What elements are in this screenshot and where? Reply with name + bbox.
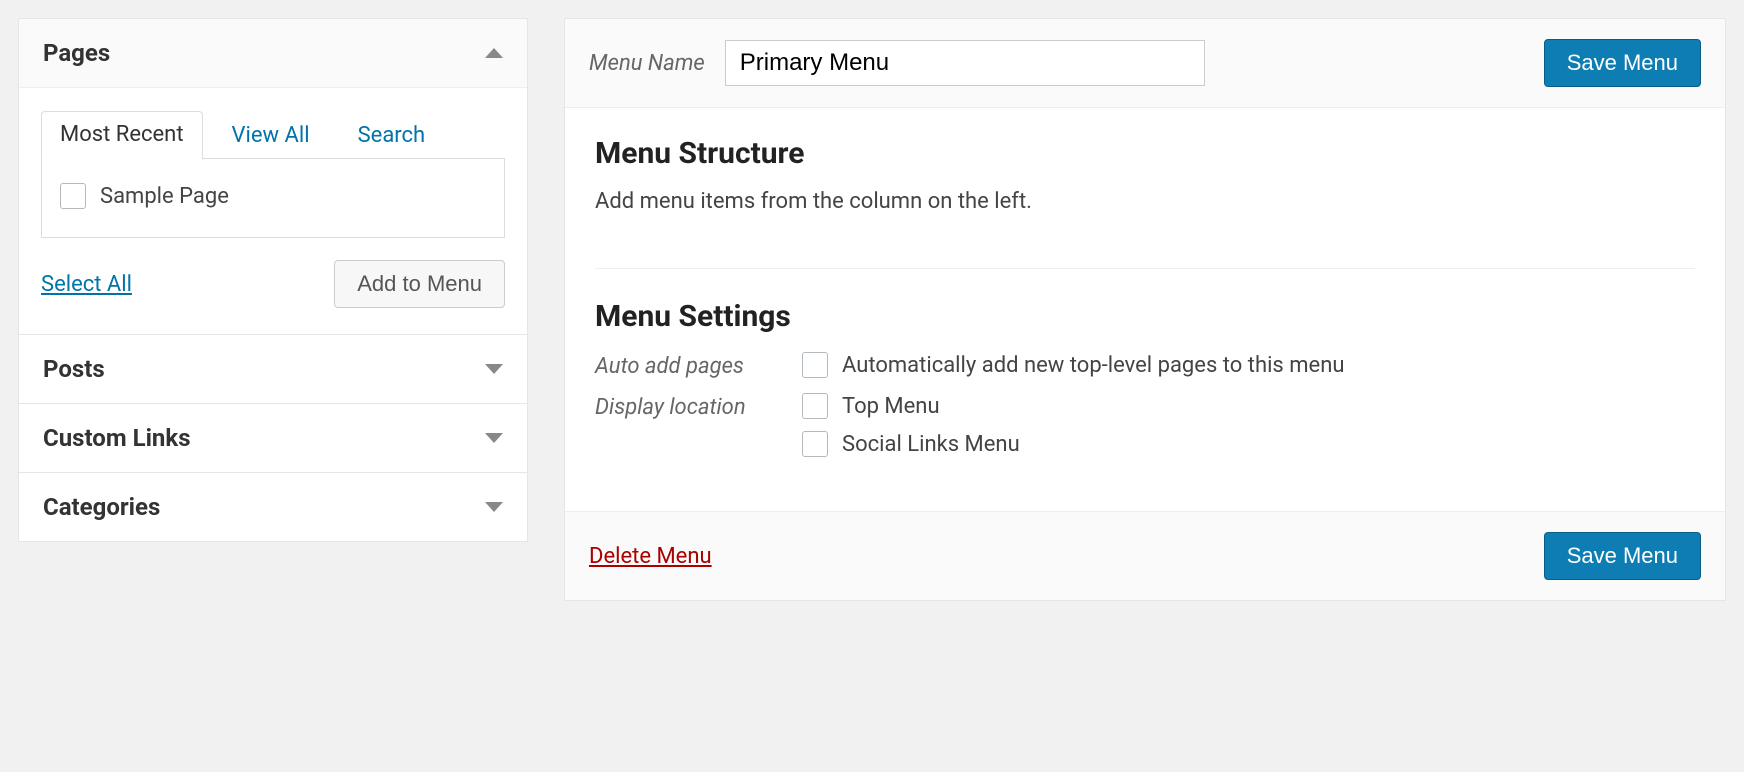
chevron-down-icon	[485, 502, 503, 512]
chevron-down-icon	[485, 433, 503, 443]
pages-tab-content: Sample Page	[41, 158, 505, 238]
chevron-up-icon	[485, 48, 503, 58]
accordion-custom-links-title: Custom Links	[43, 424, 191, 452]
tab-most-recent[interactable]: Most Recent	[41, 111, 203, 160]
auto-add-pages-label: Auto add pages	[595, 352, 780, 379]
menu-editor-panel: Menu Name Save Menu Menu Structure Add m…	[564, 18, 1726, 601]
menu-settings-heading: Menu Settings	[595, 299, 1695, 334]
auto-add-pages-row: Auto add pages Automatically add new top…	[595, 352, 1695, 379]
tab-search[interactable]: Search	[339, 112, 445, 160]
display-location-label: Display location	[595, 393, 780, 420]
accordion-pages: Pages Most Recent View All Search Sample…	[19, 19, 527, 335]
accordion-categories-title: Categories	[43, 493, 160, 521]
pages-panel-actions: Select All Add to Menu	[41, 260, 505, 308]
pages-tabstrip: Most Recent View All Search	[41, 110, 505, 159]
accordion-posts: Posts	[19, 335, 527, 404]
accordion-custom-links: Custom Links	[19, 404, 527, 473]
delete-menu-link[interactable]: Delete Menu	[589, 544, 712, 569]
accordion-pages-body: Most Recent View All Search Sample Page …	[19, 87, 527, 334]
menu-structure-heading: Menu Structure	[595, 136, 1695, 171]
section-separator	[595, 268, 1695, 269]
display-location-option[interactable]: Top Menu	[802, 393, 1020, 419]
add-to-menu-button[interactable]: Add to Menu	[334, 260, 505, 308]
page-item-checkbox[interactable]	[60, 183, 86, 209]
select-all-link[interactable]: Select All	[41, 272, 132, 297]
accordion-posts-header[interactable]: Posts	[19, 335, 527, 403]
location-social-links-checkbox[interactable]	[802, 431, 828, 457]
page-item-label: Sample Page	[100, 184, 229, 209]
auto-add-pages-checkbox[interactable]	[802, 352, 828, 378]
menu-name-row: Menu Name	[589, 40, 1205, 86]
auto-add-pages-option[interactable]: Automatically add new top-level pages to…	[802, 352, 1344, 378]
menu-editor-body: Menu Structure Add menu items from the c…	[565, 108, 1725, 511]
tab-view-all[interactable]: View All	[213, 112, 329, 160]
save-menu-button-top[interactable]: Save Menu	[1544, 39, 1701, 87]
accordion-categories-header[interactable]: Categories	[19, 473, 527, 541]
accordion-posts-title: Posts	[43, 355, 105, 383]
menu-name-input[interactable]	[725, 40, 1205, 86]
accordion-custom-links-header[interactable]: Custom Links	[19, 404, 527, 472]
location-option-label: Top Menu	[842, 394, 940, 419]
accordion-pages-title: Pages	[43, 39, 110, 67]
accordion-pages-header[interactable]: Pages	[19, 19, 527, 87]
menu-editor-header: Menu Name Save Menu	[565, 19, 1725, 108]
page-item-row[interactable]: Sample Page	[60, 183, 486, 209]
location-option-label: Social Links Menu	[842, 432, 1020, 457]
menu-editor-footer: Delete Menu Save Menu	[565, 511, 1725, 600]
auto-add-pages-option-label: Automatically add new top-level pages to…	[842, 353, 1344, 378]
menu-name-label: Menu Name	[589, 51, 705, 76]
accordion-categories: Categories	[19, 473, 527, 541]
save-menu-button-bottom[interactable]: Save Menu	[1544, 532, 1701, 580]
display-location-option[interactable]: Social Links Menu	[802, 431, 1020, 457]
location-top-menu-checkbox[interactable]	[802, 393, 828, 419]
menu-source-sidebar: Pages Most Recent View All Search Sample…	[18, 18, 528, 542]
menu-structure-description: Add menu items from the column on the le…	[595, 189, 1695, 214]
display-location-row: Display location Top Menu Social Links M…	[595, 393, 1695, 457]
chevron-down-icon	[485, 364, 503, 374]
